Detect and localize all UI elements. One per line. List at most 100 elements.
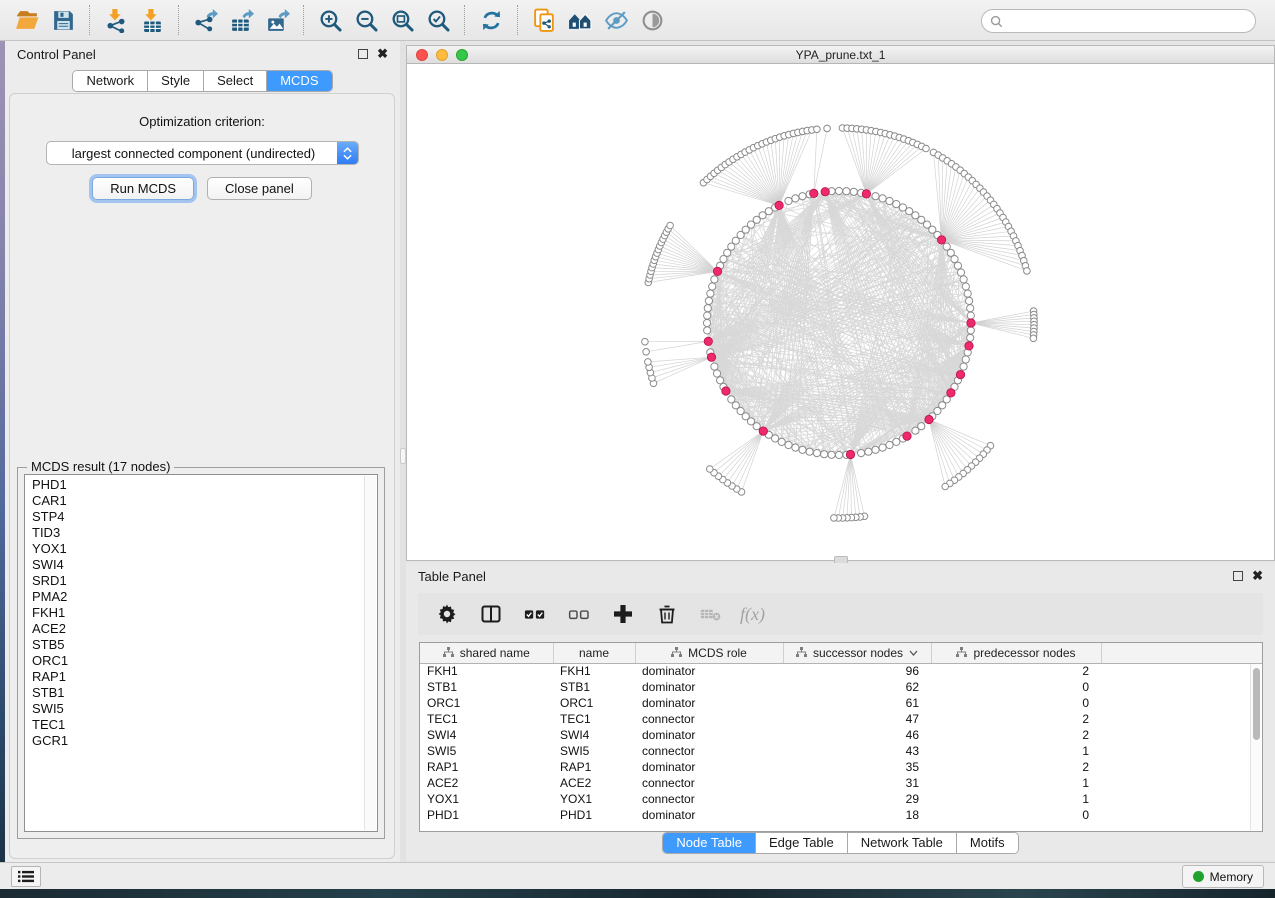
refresh-button[interactable] (473, 4, 509, 36)
mcds-result-title: MCDS result (17 nodes) (27, 459, 174, 474)
table-settings-button[interactable] (432, 599, 462, 629)
toolbar-separator (517, 5, 518, 35)
tab-network[interactable]: Network (73, 71, 148, 91)
import-network-button[interactable] (98, 4, 134, 36)
column-header-name[interactable]: name (553, 643, 635, 663)
table-row[interactable]: ACE2ACE2connector311 (420, 775, 1262, 791)
cell-successors: 61 (783, 695, 931, 711)
list-item[interactable]: CAR1 (32, 493, 363, 509)
delete-table-button[interactable] (696, 599, 726, 629)
column-header-successor-nodes[interactable]: successor nodes (783, 643, 931, 663)
float-table-panel-icon[interactable] (1233, 571, 1243, 581)
export-network-button[interactable] (187, 4, 223, 36)
table-row[interactable]: TEC1TEC1connector472 (420, 711, 1262, 727)
close-table-panel-icon[interactable]: ✖ (1252, 568, 1263, 584)
memory-button[interactable]: Memory (1182, 865, 1264, 888)
gear-icon (436, 603, 458, 625)
save-session-button[interactable] (45, 4, 81, 36)
run-mcds-button[interactable]: Run MCDS (92, 177, 194, 200)
criterion-select[interactable]: largest connected component (undirected) (46, 141, 359, 165)
automation-panel-button[interactable] (11, 866, 41, 887)
list-item[interactable]: SWI4 (32, 557, 363, 573)
table-row[interactable]: STB1STB1dominator620 (420, 679, 1262, 695)
zoom-out-button[interactable] (348, 4, 384, 36)
table-header-row: shared name name MCDS role successor nod… (420, 643, 1262, 663)
table-row[interactable]: FKH1FKH1dominator962 (420, 663, 1262, 679)
tab-edge-table[interactable]: Edge Table (756, 833, 848, 853)
list-item[interactable]: FKH1 (32, 605, 363, 621)
list-item[interactable]: SRD1 (32, 573, 363, 589)
table-row[interactable]: YOX1YOX1connector291 (420, 791, 1262, 807)
open-file-button[interactable] (9, 4, 45, 36)
export-image-button[interactable] (259, 4, 295, 36)
close-panel-button[interactable]: Close panel (207, 177, 312, 200)
list-item[interactable]: SWI5 (32, 701, 363, 717)
cell-shared-name: ACE2 (420, 775, 553, 791)
table-row[interactable]: SWI5SWI5connector431 (420, 743, 1262, 759)
column-header-shared-name[interactable]: shared name (420, 643, 553, 663)
graphics-details-button[interactable] (634, 4, 670, 36)
mcds-list-scrollbar[interactable] (364, 476, 376, 830)
cell-shared-name: TEC1 (420, 711, 553, 727)
mcds-result-list[interactable]: PHD1CAR1STP4TID3YOX1SWI4SRD1PMA2FKH1ACE2… (24, 474, 378, 832)
zoom-in-button[interactable] (312, 4, 348, 36)
table-row[interactable]: PHD1PHD1dominator180 (420, 807, 1262, 823)
unselect-all-columns-button[interactable] (564, 599, 594, 629)
import-table-button[interactable] (134, 4, 170, 36)
scrollbar-thumb[interactable] (1253, 668, 1260, 740)
search-input[interactable] (1008, 12, 1255, 30)
list-item[interactable]: RAP1 (32, 669, 363, 685)
network-canvas[interactable] (407, 64, 1274, 560)
cell-successors: 31 (783, 775, 931, 791)
cell-successors: 18 (783, 807, 931, 823)
hide-labels-button[interactable] (598, 4, 634, 36)
zoom-fit-button[interactable] (384, 4, 420, 36)
list-item[interactable]: STB1 (32, 685, 363, 701)
window-close-icon[interactable] (416, 49, 428, 61)
column-header-mcds-role[interactable]: MCDS role (635, 643, 783, 663)
zoom-selected-button[interactable] (420, 4, 456, 36)
close-panel-icon[interactable]: ✖ (377, 46, 388, 62)
list-item[interactable]: PHD1 (32, 477, 363, 493)
tab-mcds[interactable]: MCDS (267, 71, 331, 91)
function-builder-icon[interactable]: f(x) (740, 604, 765, 625)
window-maximize-icon[interactable] (456, 49, 468, 61)
float-panel-icon[interactable] (358, 49, 368, 59)
node-table[interactable]: shared name name MCDS role successor nod… (420, 643, 1262, 823)
delete-columns-button[interactable] (652, 599, 682, 629)
column-header-predecessor-nodes[interactable]: predecessor nodes (931, 643, 1101, 663)
delete-table-icon (700, 603, 722, 625)
list-item[interactable]: GCR1 (32, 733, 363, 749)
add-column-button[interactable] (608, 599, 638, 629)
list-item[interactable]: ORC1 (32, 653, 363, 669)
clone-network-button[interactable] (526, 4, 562, 36)
tab-select[interactable]: Select (204, 71, 267, 91)
list-item[interactable]: PMA2 (32, 589, 363, 605)
tab-motifs[interactable]: Motifs (957, 833, 1018, 853)
list-item[interactable]: STP4 (32, 509, 363, 525)
table-row[interactable]: SWI4SWI4dominator462 (420, 727, 1262, 743)
search-box[interactable] (981, 9, 1256, 33)
list-item[interactable]: STB5 (32, 637, 363, 653)
table-scrollbar[interactable] (1250, 664, 1261, 830)
tab-style[interactable]: Style (148, 71, 204, 91)
select-all-columns-button[interactable] (520, 599, 550, 629)
list-item[interactable]: TEC1 (32, 717, 363, 733)
table-row[interactable]: ORC1ORC1dominator610 (420, 695, 1262, 711)
cell-role: connector (635, 791, 783, 807)
export-table-button[interactable] (223, 4, 259, 36)
table-row[interactable]: RAP1RAP1dominator352 (420, 759, 1262, 775)
chevron-down-icon (909, 650, 918, 656)
window-minimize-icon[interactable] (436, 49, 448, 61)
first-neighbors-button[interactable] (562, 4, 598, 36)
tab-node-table[interactable]: Node Table (663, 833, 756, 853)
cell-filler (1101, 711, 1262, 727)
list-item[interactable]: ACE2 (32, 621, 363, 637)
tree-icon (796, 647, 807, 658)
list-item[interactable]: TID3 (32, 525, 363, 541)
list-item[interactable]: YOX1 (32, 541, 363, 557)
split-columns-button[interactable] (476, 599, 506, 629)
export-network-icon (193, 8, 218, 33)
cell-filler (1101, 727, 1262, 743)
tab-network-table[interactable]: Network Table (848, 833, 957, 853)
